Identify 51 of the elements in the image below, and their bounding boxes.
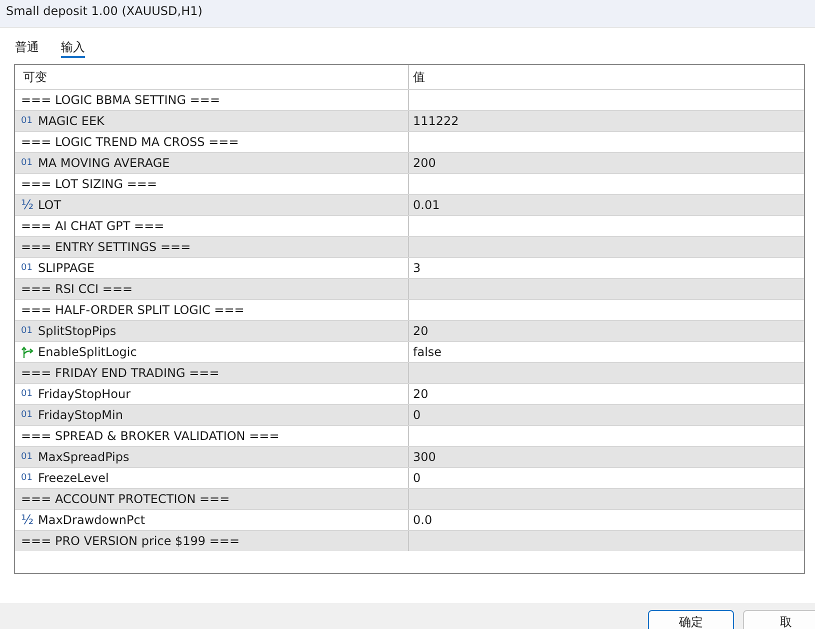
- integer-type-icon: 01: [21, 320, 34, 342]
- group-heading: === ENTRY SETTINGS ===: [21, 238, 191, 256]
- fraction-type-icon: ½: [21, 510, 34, 530]
- group-heading: === HALF-ORDER SPLIT LOGIC ===: [21, 302, 244, 318]
- integer-type-icon: 01: [21, 446, 34, 468]
- parameter-name: FridayStopHour: [38, 386, 131, 402]
- group-heading: === LOGIC BBMA SETTING ===: [21, 92, 220, 108]
- integer-type-icon: 01: [21, 404, 34, 426]
- tab[interactable]: 输入: [61, 38, 85, 58]
- parameter-value[interactable]: 20: [413, 324, 428, 338]
- integer-type-icon: 01: [21, 152, 34, 174]
- group-heading: === AI CHAT GPT ===: [21, 218, 164, 234]
- column-header[interactable]: 可变: [15, 65, 409, 89]
- column-header[interactable]: 值: [409, 65, 804, 89]
- integer-type-icon: 01: [21, 258, 34, 278]
- parameter-value[interactable]: 3: [413, 261, 421, 275]
- parameter-value[interactable]: 111222: [413, 114, 459, 128]
- group-heading: === RSI CCI ===: [21, 280, 133, 298]
- parameter-name: MaxSpreadPips: [38, 448, 130, 466]
- tab[interactable]: 普通: [15, 38, 39, 58]
- parameter-value[interactable]: 0: [413, 471, 421, 485]
- group-heading: === PRO VERSION price $199 ===: [21, 532, 240, 550]
- parameter-name: FreezeLevel: [38, 470, 109, 486]
- parameter-name: MaxDrawdownPct: [38, 512, 146, 528]
- group-heading: === LOT SIZING ===: [21, 176, 157, 192]
- group-heading: === FRIDAY END TRADING ===: [21, 364, 220, 382]
- integer-type-icon: 01: [21, 384, 34, 404]
- parameter-value[interactable]: 0: [413, 408, 421, 422]
- group-heading: === LOGIC TREND MA CROSS ===: [21, 134, 239, 150]
- parameter-name: EnableSplitLogic: [38, 344, 137, 360]
- parameter-value[interactable]: 0.0: [413, 513, 432, 527]
- integer-type-icon: 01: [21, 110, 34, 132]
- parameter-value[interactable]: 200: [413, 156, 436, 170]
- parameter-value[interactable]: 0.01: [413, 198, 440, 212]
- parameter-name: FridayStopMin: [38, 406, 123, 424]
- parameter-name: MA MOVING AVERAGE: [38, 154, 170, 172]
- cancel-button[interactable]: 取: [743, 610, 815, 629]
- integer-type-icon: 01: [21, 468, 34, 488]
- parameter-value[interactable]: false: [413, 345, 442, 359]
- parameter-name: SplitStopPips: [38, 322, 116, 340]
- parameter-name: LOT: [38, 196, 62, 214]
- window-title: Small deposit 1.00 (XAUUSD,H1): [6, 4, 202, 18]
- group-heading: === ACCOUNT PROTECTION ===: [21, 490, 230, 508]
- branch-arrow-icon: [21, 346, 34, 358]
- parameter-name: SLIPPAGE: [38, 260, 94, 276]
- ok-button[interactable]: 确定: [648, 610, 734, 629]
- parameter-name: MAGIC EEK: [38, 112, 104, 130]
- fraction-type-icon: ½: [21, 194, 34, 216]
- parameter-value[interactable]: 300: [413, 450, 436, 464]
- group-heading: === SPREAD & BROKER VALIDATION ===: [21, 428, 280, 444]
- parameter-value[interactable]: 20: [413, 387, 428, 401]
